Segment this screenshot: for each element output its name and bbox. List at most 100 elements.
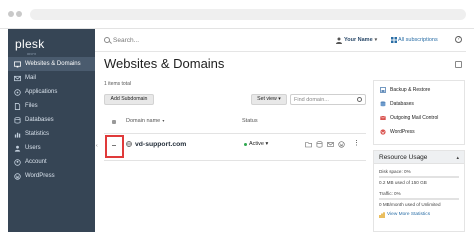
wordpress-icon[interactable] <box>338 141 345 148</box>
chevron-up-icon: ▴ <box>456 155 459 161</box>
search-icon <box>357 97 362 102</box>
row-select-highlight <box>105 135 124 158</box>
wordpress-icon <box>14 172 21 180</box>
column-header-label: Domain name <box>126 118 161 124</box>
logo-edition: ONYX <box>27 52 37 56</box>
search-icon <box>104 37 110 43</box>
column-header-status: Status <box>242 118 258 124</box>
select-all-checkbox[interactable] <box>112 120 116 124</box>
sidebar-item-statistics[interactable]: Statistics <box>8 127 95 141</box>
globe-icon <box>126 141 132 147</box>
statistics-icon <box>379 212 385 218</box>
mail-control-icon <box>380 115 386 120</box>
disk-space-detail: 0.2 MB used of 150 GB <box>379 180 427 185</box>
files-icon <box>14 102 21 110</box>
sidebar-item-label: WordPress <box>25 173 55 179</box>
database-icon[interactable] <box>316 141 323 148</box>
row-checkbox[interactable] <box>112 145 116 146</box>
collapse-panel-icon[interactable] <box>455 61 462 68</box>
panel-item-label: Backup & Restore <box>390 87 431 93</box>
mail-icon <box>14 75 21 82</box>
sidebar-item-wordpress[interactable]: WordPress <box>8 169 95 183</box>
browser-bar <box>0 0 474 29</box>
sidebar-item-label: Mail <box>25 75 37 81</box>
backup-restore-link[interactable]: Backup & Restore <box>380 87 430 93</box>
subscriptions-icon <box>391 37 397 43</box>
sidebar-item-label: Websites & Domains <box>25 61 81 67</box>
statistics-icon <box>14 131 21 138</box>
outgoing-mail-control-link[interactable]: Outgoing Mail Control <box>380 115 438 121</box>
disk-space-bar <box>379 176 459 178</box>
sidebar-item-databases[interactable]: Databases <box>8 113 95 127</box>
sidebar-item-label: Account <box>25 159 47 165</box>
mail-icon[interactable] <box>327 141 334 148</box>
resource-usage-header[interactable]: Resource Usage ▴ <box>374 151 464 164</box>
domain-link[interactable]: vd-support.com <box>135 141 186 148</box>
view-more-statistics-link[interactable]: View More Statistics <box>387 212 430 217</box>
sidebar-item-files[interactable]: Files <box>8 99 95 113</box>
find-domain-input[interactable] <box>290 94 366 105</box>
user-menu[interactable]: Your Name ▾ <box>344 37 377 43</box>
traffic-bar <box>379 198 459 200</box>
status-badge[interactable]: Active ▾ <box>249 141 268 147</box>
sidebar-item-label: Users <box>25 145 41 151</box>
sidebar-item-applications[interactable]: Applications <box>8 85 95 99</box>
status-label: Active <box>249 141 264 147</box>
divider <box>104 133 366 134</box>
window-dot-icon <box>16 11 22 17</box>
folder-icon[interactable] <box>305 141 312 148</box>
monitor-icon <box>14 60 21 68</box>
sidebar: plesk ONYX Websites & Domains Mail Appli… <box>8 29 95 232</box>
sort-arrow-icon: ▾ <box>161 118 165 123</box>
plesk-logo[interactable]: plesk <box>15 37 45 51</box>
database-icon <box>14 116 21 124</box>
add-subdomain-button[interactable]: Add Subdomain <box>104 94 154 105</box>
status-dot-icon <box>244 143 247 146</box>
applications-icon <box>14 88 21 96</box>
sidebar-item-users[interactable]: Users <box>8 141 95 155</box>
sidebar-item-label: Files <box>25 103 38 109</box>
sidebar-item-label: Databases <box>25 117 54 123</box>
all-subscriptions-link[interactable]: All subscriptions <box>398 37 438 43</box>
resource-usage-title: Resource Usage <box>379 154 428 161</box>
chevron-down-icon: ▾ <box>374 37 378 43</box>
panel-item-label: Databases <box>390 101 414 107</box>
account-icon <box>14 158 21 166</box>
sidebar-nav: Websites & Domains Mail Applications Fil… <box>8 57 95 183</box>
chevron-left-icon[interactable]: ‹ <box>96 143 98 149</box>
database-icon <box>380 101 386 107</box>
items-total: 1 items total <box>104 81 131 87</box>
user-name-label: Your Name <box>344 37 373 43</box>
traffic-label: Traffic: 0% <box>379 191 401 196</box>
column-header-domain[interactable]: Domain name ▾ <box>126 118 164 124</box>
help-icon[interactable]: ? <box>455 36 462 43</box>
resource-usage-panel: Resource Usage ▴ Disk space: 0% 0.2 MB u… <box>373 150 465 232</box>
traffic-detail: 0 MB/month used of Unlimited <box>379 202 441 207</box>
more-actions-icon[interactable]: ⋮ <box>353 140 360 147</box>
set-view-label: Set view <box>257 96 277 102</box>
page-title: Websites & Domains <box>104 56 225 71</box>
databases-link[interactable]: Databases <box>380 101 414 107</box>
sidebar-item-websites-domains[interactable]: Websites & Domains <box>8 57 95 71</box>
wordpress-link[interactable]: WordPress <box>380 129 415 135</box>
address-bar[interactable] <box>30 9 466 20</box>
users-icon <box>14 145 21 152</box>
sidebar-item-label: Applications <box>25 89 58 95</box>
user-icon <box>336 37 342 44</box>
wordpress-icon <box>380 129 386 135</box>
top-bar: Your Name▾ All subscriptions ? <box>95 29 466 52</box>
chevron-down-icon: ▾ <box>278 96 281 102</box>
panel-item-label: WordPress <box>390 129 415 135</box>
divider <box>104 160 366 161</box>
chevron-down-icon: ▾ <box>265 141 269 147</box>
window-dot-icon <box>8 11 14 17</box>
actions-panel: Backup & Restore Databases Outgoing Mail… <box>373 80 465 145</box>
backup-icon <box>380 87 386 93</box>
disk-space-label: Disk space: 0% <box>379 169 411 174</box>
search-input[interactable] <box>113 36 273 45</box>
panel-item-label: Outgoing Mail Control <box>390 115 439 121</box>
sidebar-item-label: Statistics <box>25 131 50 137</box>
sidebar-item-account[interactable]: Account <box>8 155 95 169</box>
set-view-button[interactable]: Set view ▾ <box>251 94 287 105</box>
sidebar-item-mail[interactable]: Mail <box>8 71 95 85</box>
